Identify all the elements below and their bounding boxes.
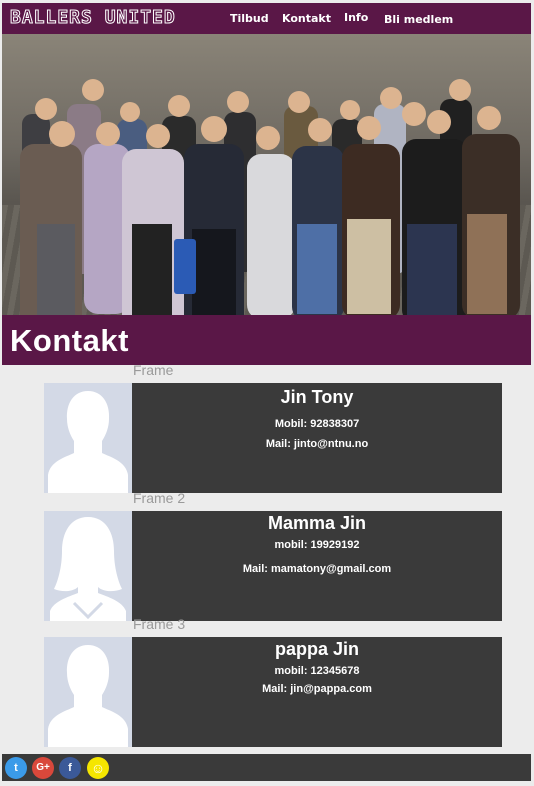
snapchat-icon[interactable]: ☺ <box>87 757 109 779</box>
contact-name: pappa Jin <box>274 639 359 659</box>
frame-label: Frame 2 <box>133 490 186 506</box>
page-title-bar: Kontakt <box>2 315 531 365</box>
contact-phone: mobil: 19929192 <box>274 539 360 551</box>
female-avatar-icon <box>44 511 132 621</box>
group-photo-illustration <box>20 79 520 315</box>
contact-phone: Mobil: 92838307 <box>274 418 360 430</box>
contact-mail[interactable]: Mail: jin@pappa.com <box>132 683 502 695</box>
footer: t G+ f ☺ <box>2 754 531 781</box>
nav-link-info[interactable]: Info <box>344 11 368 24</box>
contact-mail[interactable]: Mail: mamatony@gmail.com <box>132 563 502 575</box>
page-title: Kontakt <box>10 323 129 358</box>
contact-name: Jin Tony <box>280 387 354 407</box>
frame-label: Frame <box>133 362 174 378</box>
site-logo[interactable]: BALLERS UNITED <box>10 7 176 29</box>
facebook-icon[interactable]: f <box>59 757 81 779</box>
navbar: BALLERS UNITED Tilbud Kontakt Info Bli m… <box>2 3 531 34</box>
contact-phone: mobil: 12345678 <box>274 665 360 677</box>
contact-card: pappa Jin mobil: 12345678 Mail: jin@papp… <box>132 637 502 747</box>
twitter-icon[interactable]: t <box>5 757 27 779</box>
google-plus-icon[interactable]: G+ <box>32 757 54 779</box>
contact-card: Mamma Jin mobil: 19929192 Mail: mamatony… <box>132 511 502 621</box>
male-avatar-icon <box>44 383 132 493</box>
nav-link-bli-medlem[interactable]: Bli medlem <box>384 13 453 26</box>
contact-card: Jin Tony Mobil: 92838307 Mail: jinto@ntn… <box>132 383 502 493</box>
contact-name: Mamma Jin <box>267 513 367 533</box>
hero-group-photo <box>2 34 531 315</box>
frame-label: Frame 3 <box>133 616 186 632</box>
nav-link-tilbud[interactable]: Tilbud <box>230 12 269 25</box>
male-avatar-icon <box>44 637 132 747</box>
contact-mail[interactable]: Mail: jinto@ntnu.no <box>132 438 502 450</box>
nav-link-kontakt[interactable]: Kontakt <box>282 12 331 25</box>
